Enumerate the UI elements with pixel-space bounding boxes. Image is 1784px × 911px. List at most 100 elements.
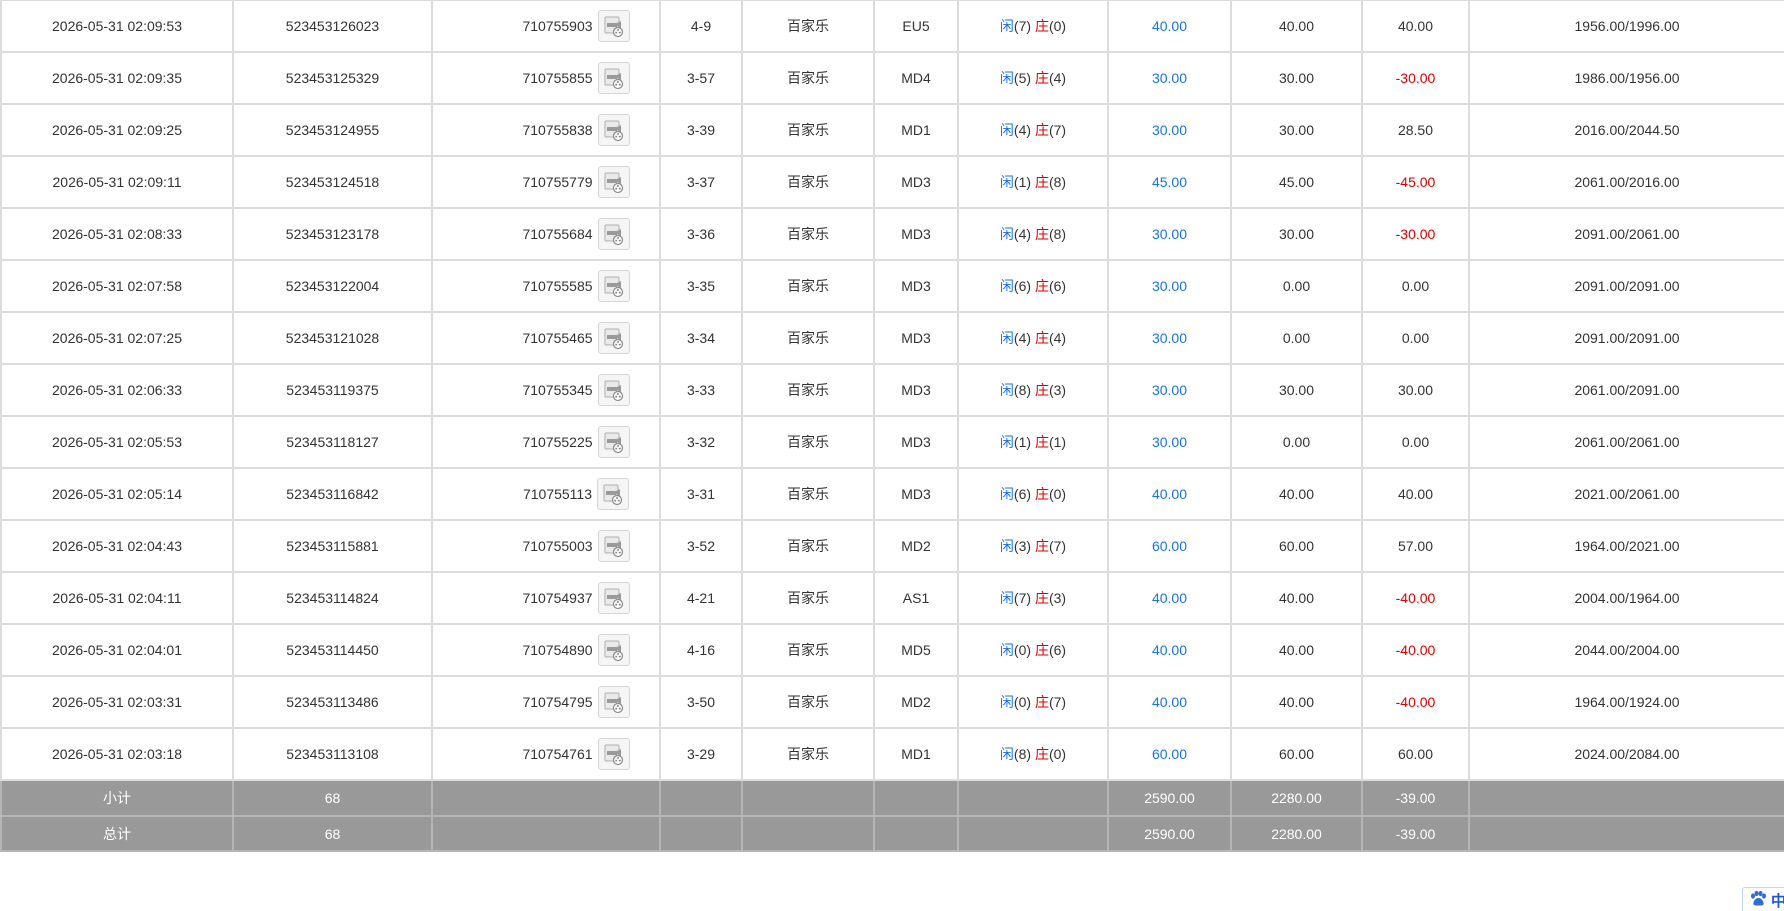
video-replay-icon[interactable]: [597, 62, 630, 94]
banker-label: 庄: [1034, 590, 1049, 606]
empty-cell: [1468, 779, 1784, 817]
game-name: 百家乐: [741, 623, 875, 677]
player-points: (4): [1013, 330, 1032, 346]
video-replay-icon[interactable]: [597, 166, 630, 198]
video-replay-icon[interactable]: [597, 738, 630, 770]
order-id: 523453118127: [232, 415, 433, 469]
game-name: 百家乐: [741, 363, 875, 417]
paw-icon: [1749, 890, 1767, 911]
order-id: 523453123178: [232, 207, 433, 261]
player-label: 闲: [999, 746, 1014, 762]
bet-time: 2026-05-31 02:07:25: [0, 311, 234, 365]
video-replay-icon[interactable]: [597, 686, 630, 718]
bet-amount: 40.00: [1107, 571, 1232, 625]
game-name: 百家乐: [741, 51, 875, 105]
banker-label: 庄: [1034, 330, 1049, 346]
result: 闲(8) 庄(3): [957, 363, 1109, 417]
round-cell: 710755113: [431, 467, 661, 521]
empty-cell: [1468, 815, 1784, 852]
empty-cell: [957, 815, 1109, 852]
table-row: 2026-05-31 02:04:01 523453114450 710754890…: [0, 623, 1784, 677]
banker-points: (8): [1048, 174, 1067, 190]
round-cell: 710755779: [431, 155, 661, 209]
bet-time: 2026-05-31 02:03:31: [0, 675, 234, 729]
win-loss: 40.00: [1361, 467, 1470, 521]
player-points: (3): [1013, 538, 1032, 554]
table-name: MD3: [873, 259, 959, 313]
video-replay-icon[interactable]: [597, 478, 630, 510]
shoe-number: 3-52: [659, 519, 743, 573]
video-replay-icon[interactable]: [597, 426, 630, 458]
empty-cell: [741, 779, 875, 817]
banker-label: 庄: [1034, 434, 1049, 450]
table-row: 2026-05-31 02:05:53 523453118127 710755225…: [0, 415, 1784, 469]
bet-time: 2026-05-31 02:09:35: [0, 51, 234, 105]
video-replay-icon[interactable]: [597, 218, 630, 250]
banker-points: (0): [1048, 18, 1067, 34]
balance: 2061.00/2061.00: [1468, 415, 1784, 469]
empty-cell: [957, 779, 1109, 817]
game-name: 百家乐: [741, 259, 875, 313]
result: 闲(4) 庄(8): [957, 207, 1109, 261]
total-label: 总计: [0, 815, 234, 852]
table-name: MD3: [873, 207, 959, 261]
round-cell: 710754795: [431, 675, 661, 729]
bet-amount: 30.00: [1107, 51, 1232, 105]
table-row: 2026-05-31 02:04:11 523453114824 710754937…: [0, 571, 1784, 625]
balance: 2061.00/2016.00: [1468, 155, 1784, 209]
game-name: 百家乐: [741, 0, 875, 53]
bet-time: 2026-05-31 02:09:53: [0, 0, 234, 53]
total-count: 68: [232, 815, 433, 852]
balance: 2021.00/2061.00: [1468, 467, 1784, 521]
player-label: 闲: [999, 122, 1014, 138]
video-replay-icon[interactable]: [597, 270, 630, 302]
total-row: 总计 68 2590.00 2280.00 -39.00: [0, 815, 1784, 852]
player-label: 闲: [999, 278, 1014, 294]
shoe-number: 3-57: [659, 51, 743, 105]
banker-label: 庄: [1034, 122, 1049, 138]
round-cell: 710755855: [431, 51, 661, 105]
bet-amount: 40.00: [1107, 0, 1232, 53]
valid-bet: 40.00: [1230, 467, 1363, 521]
shoe-number: 3-32: [659, 415, 743, 469]
round-id: 710755838: [522, 122, 593, 138]
player-points: (0): [1013, 694, 1032, 710]
order-id: 523453125329: [232, 51, 433, 105]
bet-time: 2026-05-31 02:05:53: [0, 415, 234, 469]
game-name: 百家乐: [741, 519, 875, 573]
player-points: (8): [1013, 382, 1032, 398]
result: 闲(7) 庄(3): [957, 571, 1109, 625]
language-switch[interactable]: 中: [1742, 887, 1784, 911]
player-points: (4): [1013, 226, 1032, 242]
banker-points: (7): [1048, 538, 1067, 554]
bet-time: 2026-05-31 02:06:33: [0, 363, 234, 417]
round-cell: 710755903: [431, 0, 661, 53]
video-replay-icon[interactable]: [597, 530, 630, 562]
round-id: 710755855: [522, 70, 593, 86]
player-label: 闲: [999, 70, 1014, 86]
player-points: (1): [1013, 174, 1032, 190]
video-replay-icon[interactable]: [597, 10, 630, 42]
video-replay-icon[interactable]: [597, 322, 630, 354]
player-points: (7): [1013, 18, 1032, 34]
empty-cell: [431, 815, 661, 852]
game-name: 百家乐: [741, 103, 875, 157]
bet-time: 2026-05-31 02:04:43: [0, 519, 234, 573]
player-label: 闲: [999, 226, 1014, 242]
order-id: 523453116842: [232, 467, 433, 521]
banker-points: (7): [1048, 122, 1067, 138]
video-replay-icon[interactable]: [597, 374, 630, 406]
bet-time: 2026-05-31 02:04:01: [0, 623, 234, 677]
player-points: (4): [1013, 122, 1032, 138]
win-loss: 57.00: [1361, 519, 1470, 573]
win-loss: 0.00: [1361, 311, 1470, 365]
balance: 1964.00/1924.00: [1468, 675, 1784, 729]
video-replay-icon[interactable]: [597, 582, 630, 614]
game-name: 百家乐: [741, 675, 875, 729]
empty-cell: [659, 779, 743, 817]
empty-cell: [741, 815, 875, 852]
valid-bet: 60.00: [1230, 519, 1363, 573]
video-replay-icon[interactable]: [597, 634, 630, 666]
video-replay-icon[interactable]: [597, 114, 630, 146]
shoe-number: 3-35: [659, 259, 743, 313]
